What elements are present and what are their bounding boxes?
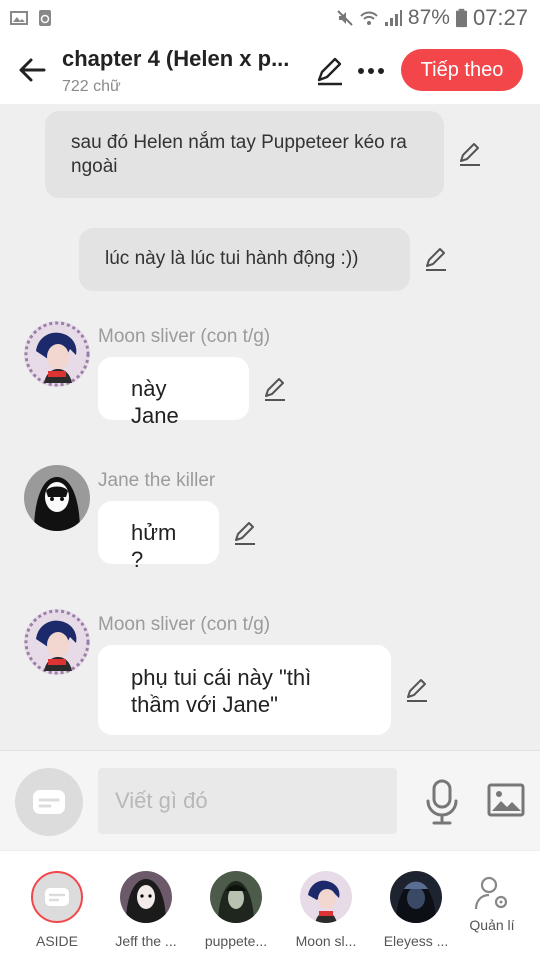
word-count: 722 chữ xyxy=(62,78,121,95)
character-bar: ASIDE Jeff the ... puppete... Moon sl...… xyxy=(0,850,540,960)
edit-message-icon[interactable] xyxy=(404,677,430,703)
character-portrait xyxy=(300,871,352,923)
narration-text: lúc này là lúc tui hành động :)) xyxy=(105,248,359,269)
character-avatar xyxy=(300,871,352,923)
character-avatar xyxy=(120,871,172,923)
character-avatar xyxy=(210,871,262,923)
app-header: chapter 4 (Helen x p... 722 chữ Tiếp the… xyxy=(0,38,540,104)
narration-text: sau đó Helen nắm tay Puppeteer kéo ra ng… xyxy=(71,132,407,177)
character-portrait xyxy=(390,871,442,923)
edit-message-icon[interactable] xyxy=(423,246,449,272)
character-portrait xyxy=(24,609,90,675)
message-input[interactable] xyxy=(98,768,397,834)
chat-area[interactable]: sau đó Helen nắm tay Puppeteer kéo ra ng… xyxy=(0,104,540,750)
dialog-bubble[interactable]: hửm ? xyxy=(98,501,219,572)
battery-percent: 87% xyxy=(407,6,450,29)
manage-users-icon xyxy=(474,876,508,910)
chapter-title: chapter 4 (Helen x p... xyxy=(62,46,290,71)
wifi-icon xyxy=(360,11,378,25)
avatar-moon-sliver[interactable] xyxy=(24,321,90,387)
edit-message-icon[interactable] xyxy=(232,520,258,546)
aside-toggle-button[interactable] xyxy=(15,768,83,836)
speaker-name: Jane the killer xyxy=(98,470,216,491)
character-moon-sliver[interactable]: Moon sl... xyxy=(281,871,371,949)
microphone-icon[interactable] xyxy=(424,779,460,825)
character-name: Eleyess ... xyxy=(383,933,449,949)
edit-title-icon[interactable] xyxy=(314,55,346,87)
character-puppeteer[interactable]: puppete... xyxy=(191,871,281,949)
character-name: Moon sl... xyxy=(295,933,357,949)
narration-message[interactable]: sau đó Helen nắm tay Puppeteer kéo ra ng… xyxy=(45,111,444,198)
dialog-text: hửm ? xyxy=(131,520,177,572)
chat-bubble-icon xyxy=(45,888,69,906)
character-portrait xyxy=(24,321,90,387)
image-icon[interactable] xyxy=(487,783,525,817)
dialog-text: phụ tui cái này "thì thầm với Jane" xyxy=(131,665,312,717)
character-portrait xyxy=(210,871,262,923)
character-portrait xyxy=(24,465,90,531)
more-options-icon[interactable] xyxy=(354,55,388,87)
character-name: ASIDE xyxy=(35,933,78,949)
speaker-name: Moon sliver (con t/g) xyxy=(98,614,271,635)
clock: 07:27 xyxy=(472,5,528,30)
recycle-icon xyxy=(39,10,51,26)
edit-message-icon[interactable] xyxy=(457,141,483,167)
dialog-bubble[interactable]: này Jane xyxy=(98,357,249,428)
next-chapter-button[interactable]: Tiếp theo xyxy=(401,49,523,91)
status-bar: 87% 07:27 xyxy=(0,0,540,38)
character-jeff[interactable]: Jeff the ... xyxy=(101,871,191,949)
aside-avatar xyxy=(31,871,83,923)
gallery-icon xyxy=(10,11,28,25)
battery-icon xyxy=(455,8,467,28)
manage-characters-button[interactable]: Quản lí xyxy=(447,873,537,933)
character-name: puppete... xyxy=(204,933,268,949)
speaker-name: Moon sliver (con t/g) xyxy=(98,326,271,347)
dialog-bubble[interactable]: phụ tui cái này "thì thầm với Jane" xyxy=(98,645,391,735)
avatar-moon-sliver[interactable] xyxy=(24,609,90,675)
character-aside[interactable]: ASIDE xyxy=(12,871,102,949)
signal-icon xyxy=(384,10,402,26)
edit-message-icon[interactable] xyxy=(262,376,288,402)
back-arrow-icon[interactable] xyxy=(14,52,50,88)
avatar-jane-the-killer[interactable] xyxy=(24,465,90,531)
narration-message[interactable]: lúc này là lúc tui hành động :)) xyxy=(79,228,410,291)
mute-icon xyxy=(337,10,353,26)
character-avatar xyxy=(390,871,442,923)
character-portrait xyxy=(120,871,172,923)
message-composer xyxy=(0,750,540,850)
character-name: Jeff the ... xyxy=(115,933,177,949)
dialog-text: này Jane xyxy=(131,376,179,428)
manage-label: Quản lí xyxy=(469,917,515,933)
chat-bubble-icon xyxy=(33,790,65,814)
